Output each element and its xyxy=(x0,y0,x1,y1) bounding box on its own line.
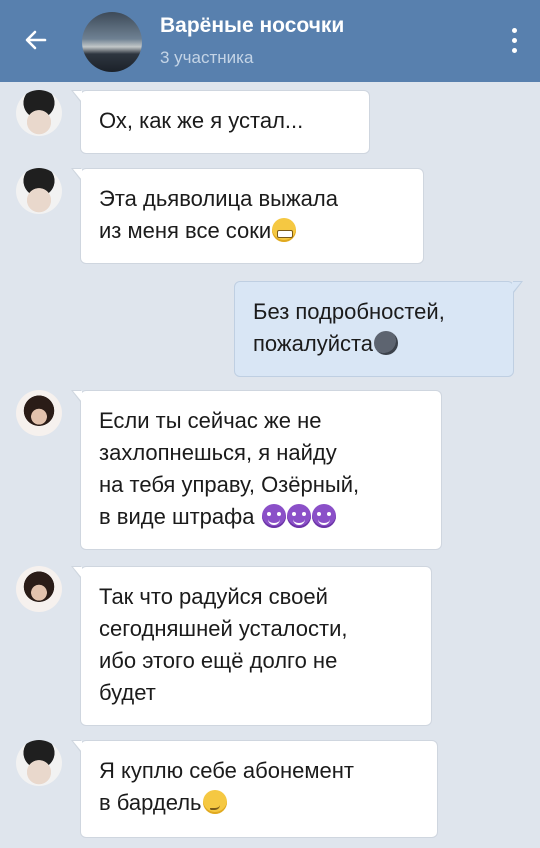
message-text: Я куплю себе абонемент xyxy=(99,758,354,783)
smiling-imp-emoji-icon xyxy=(261,504,286,528)
chat-title[interactable]: Варёные носочки xyxy=(160,14,344,38)
message-text: Без подробностей, xyxy=(253,299,445,324)
message-text: из меня все соки xyxy=(99,218,272,243)
message-text: Ох, как же я устал... xyxy=(99,108,304,133)
chat-header: Варёные носочки 3 участника xyxy=(0,0,540,82)
smirking-face-emoji-icon xyxy=(202,790,227,814)
chat-participants-count: 3 участника xyxy=(160,48,254,67)
message-text: будет xyxy=(99,680,156,705)
message-text: ибо этого ещё долго не xyxy=(99,648,338,673)
message-text: Так что радуйся своей xyxy=(99,584,328,609)
message-text: пожалуйста xyxy=(253,331,374,356)
back-button[interactable] xyxy=(14,20,58,60)
grimacing-emoji-icon xyxy=(272,218,297,242)
message-text: сегодняшней усталости, xyxy=(99,616,348,641)
message-bubble[interactable]: Так что радуйся своей сегодняшней устало… xyxy=(71,566,432,726)
sender-avatar[interactable] xyxy=(16,168,62,214)
message-bubble[interactable]: Если ты сейчас же не захлопнешься, я най… xyxy=(71,390,442,550)
arrow-left-icon xyxy=(25,30,47,50)
chat-avatar[interactable] xyxy=(82,12,142,72)
message-text: Эта дьяволица выжала xyxy=(99,186,338,211)
new-moon-face-emoji-icon xyxy=(374,331,399,355)
sender-avatar[interactable] xyxy=(16,90,62,136)
message-text: в виде штрафа xyxy=(99,504,261,529)
sender-avatar[interactable] xyxy=(16,740,62,786)
more-menu-button[interactable] xyxy=(502,22,526,58)
message-text: Если ты сейчас же не xyxy=(99,408,322,433)
sender-avatar[interactable] xyxy=(16,390,62,436)
message-bubble-outgoing[interactable]: Без подробностей, пожалуйста xyxy=(234,281,523,377)
more-vertical-icon xyxy=(511,27,517,33)
message-bubble[interactable]: Я куплю себе абонемент в бардель xyxy=(71,740,438,838)
message-text: захлопнешься, я найду xyxy=(99,440,337,465)
smiling-imp-emoji-icon xyxy=(286,504,311,528)
smiling-imp-emoji-icon xyxy=(311,504,336,528)
message-bubble[interactable]: Эта дьяволица выжала из меня все соки xyxy=(71,168,424,264)
message-text: на тебя управу, Озёрный, xyxy=(99,472,360,497)
sender-avatar[interactable] xyxy=(16,566,62,612)
message-bubble[interactable]: Ох, как же я устал... xyxy=(71,90,370,154)
message-text: в бардель xyxy=(99,790,202,815)
